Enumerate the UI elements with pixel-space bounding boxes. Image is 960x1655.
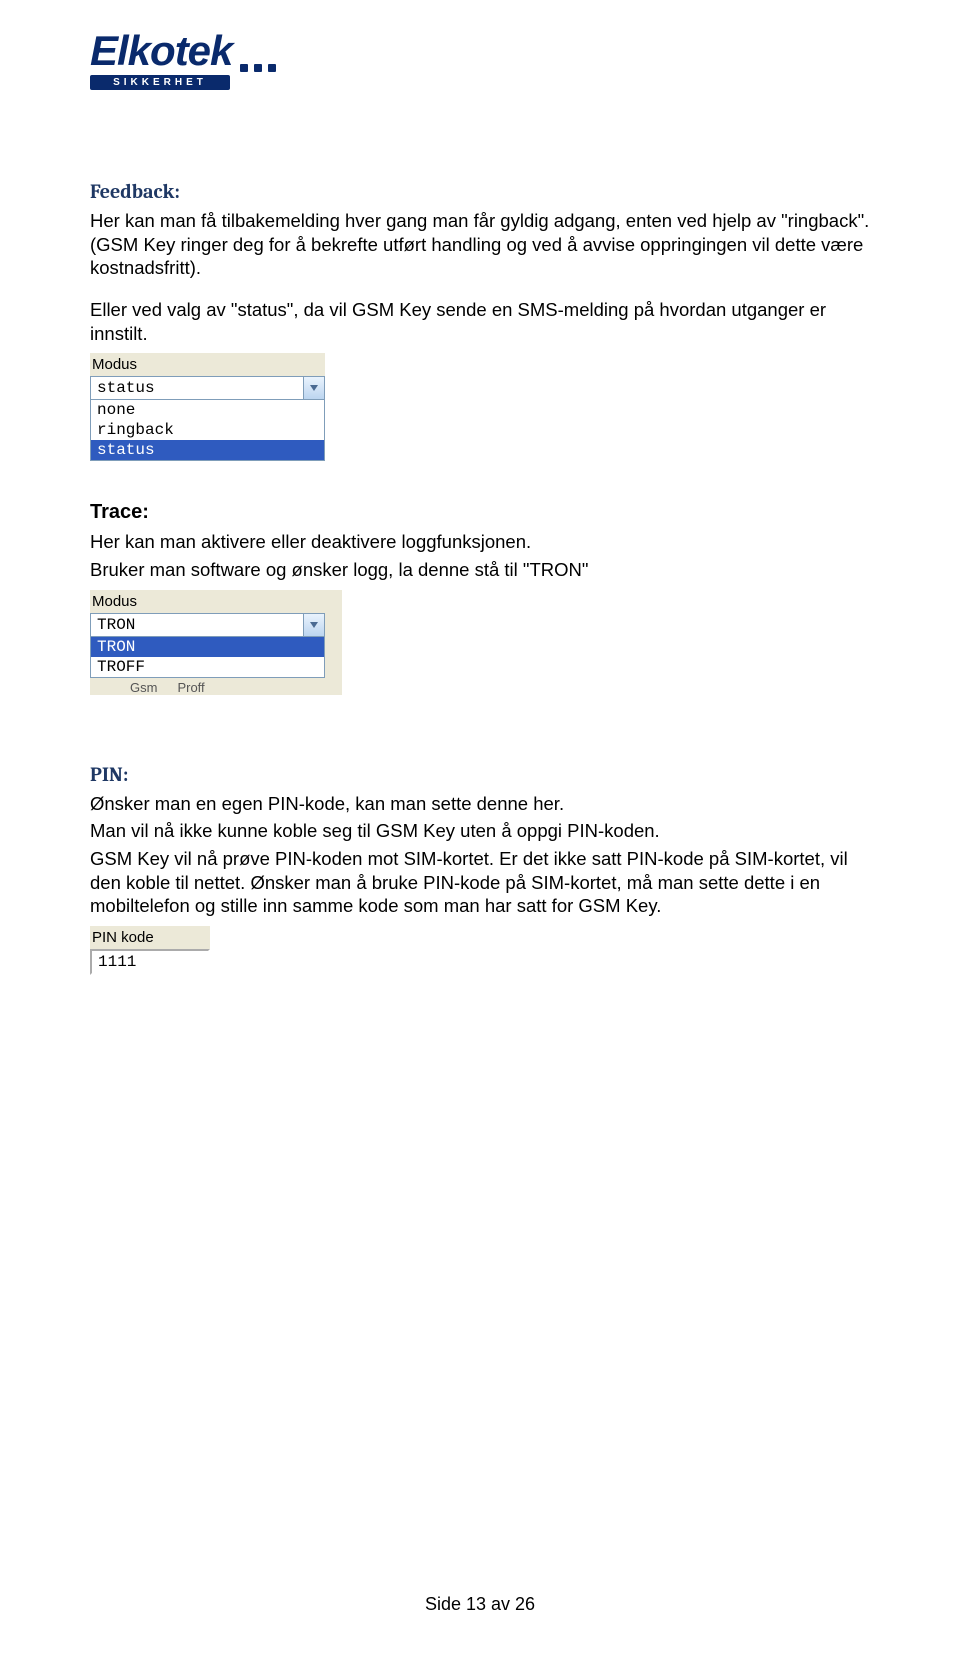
pin-label: PIN kode — [90, 926, 210, 949]
feedback-modus-label: Modus — [90, 353, 325, 376]
trace-tabs: Gsm Proff — [90, 678, 342, 695]
feedback-heading: Feedback: — [90, 180, 870, 203]
feedback-modus-value: status — [91, 377, 303, 399]
trace-modus-widget: Modus TRON TRON TROFF Gsm Proff — [90, 590, 342, 695]
page-footer: Side 13 av 26 — [0, 1594, 960, 1615]
feedback-option-none[interactable]: none — [91, 400, 324, 420]
feedback-modus-combo[interactable]: status — [90, 376, 325, 400]
feedback-paragraph-1: Her kan man få tilbakemelding hver gang … — [90, 209, 870, 280]
trace-paragraph-1: Her kan man aktivere eller deaktivere lo… — [90, 530, 870, 554]
feedback-modus-listbox[interactable]: none ringback status — [90, 400, 325, 461]
chevron-down-icon[interactable] — [303, 377, 324, 399]
feedback-option-status[interactable]: status — [91, 440, 324, 460]
trace-tab-proff[interactable]: Proff — [177, 680, 204, 695]
trace-modus-listbox[interactable]: TRON TROFF — [90, 637, 325, 678]
pin-widget: PIN kode 1111 — [90, 926, 210, 975]
trace-option-troff[interactable]: TROFF — [91, 657, 324, 677]
pin-input[interactable]: 1111 — [90, 949, 210, 975]
trace-option-tron[interactable]: TRON — [91, 637, 324, 657]
trace-modus-label: Modus — [90, 590, 342, 613]
pin-paragraph-2: Man vil nå ikke kunne koble seg til GSM … — [90, 819, 870, 843]
trace-paragraph-2: Bruker man software og ønsker logg, la d… — [90, 558, 870, 582]
logo-brand: Elkotek — [90, 30, 232, 72]
trace-modus-value: TRON — [91, 614, 303, 636]
logo-dots — [240, 64, 276, 72]
feedback-paragraph-2: Eller ved valg av "status", da vil GSM K… — [90, 298, 870, 345]
pin-heading: PIN: — [90, 763, 870, 786]
trace-tab-gsm[interactable]: Gsm — [130, 680, 157, 695]
trace-heading: Trace: — [90, 501, 870, 524]
logo: Elkotek SIKKERHET — [90, 30, 870, 90]
chevron-down-icon[interactable] — [303, 614, 324, 636]
pin-paragraph-3: GSM Key vil nå prøve PIN-koden mot SIM-k… — [90, 847, 870, 918]
pin-paragraph-1: Ønsker man en egen PIN-kode, kan man set… — [90, 792, 870, 816]
feedback-modus-widget: Modus status none ringback status — [90, 353, 325, 461]
logo-tagline: SIKKERHET — [90, 75, 230, 90]
trace-modus-combo[interactable]: TRON — [90, 613, 325, 637]
feedback-option-ringback[interactable]: ringback — [91, 420, 324, 440]
